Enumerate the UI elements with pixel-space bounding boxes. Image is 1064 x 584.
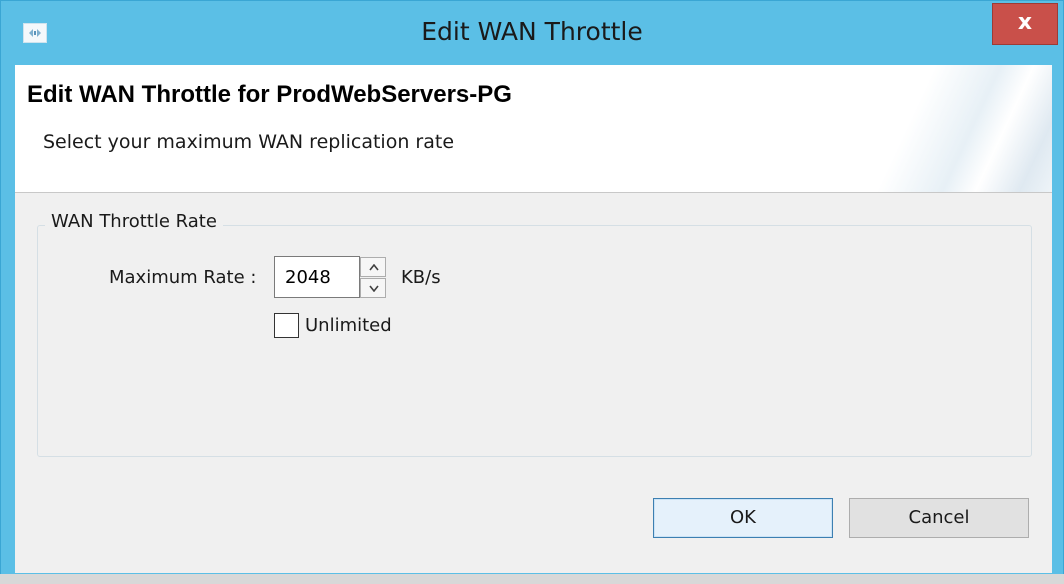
maximum-rate-label: Maximum Rate :: [109, 267, 257, 288]
chevron-down-icon: [369, 285, 379, 292]
unlimited-label[interactable]: Unlimited: [305, 315, 392, 336]
page-title: Edit WAN Throttle for ProdWebServers-PG: [27, 81, 512, 108]
rate-unit-label: KB/s: [401, 267, 441, 288]
ok-button[interactable]: OK: [653, 498, 833, 538]
close-button[interactable]: x: [992, 3, 1058, 45]
throttle-rate-group: [37, 225, 1032, 457]
page-subtitle: Select your maximum WAN replication rate: [43, 131, 455, 153]
close-icon: x: [1017, 10, 1033, 35]
unlimited-checkbox[interactable]: [274, 313, 299, 338]
group-legend: WAN Throttle Rate: [45, 211, 223, 232]
rate-increment-button[interactable]: [360, 257, 386, 277]
maximum-rate-input[interactable]: [274, 256, 360, 298]
dialog-body: Edit WAN Throttle for ProdWebServers-PG …: [15, 65, 1052, 573]
dialog-window: Edit WAN Throttle x Edit WAN Throttle fo…: [0, 0, 1064, 584]
chevron-up-icon: [369, 264, 379, 271]
cancel-button[interactable]: Cancel: [849, 498, 1029, 538]
title-bar[interactable]: Edit WAN Throttle x: [1, 1, 1063, 63]
header-banner: Edit WAN Throttle for ProdWebServers-PG …: [15, 65, 1052, 193]
background-window-strip: [0, 574, 1064, 584]
rate-decrement-button[interactable]: [360, 278, 386, 298]
window-title: Edit WAN Throttle: [421, 17, 643, 46]
